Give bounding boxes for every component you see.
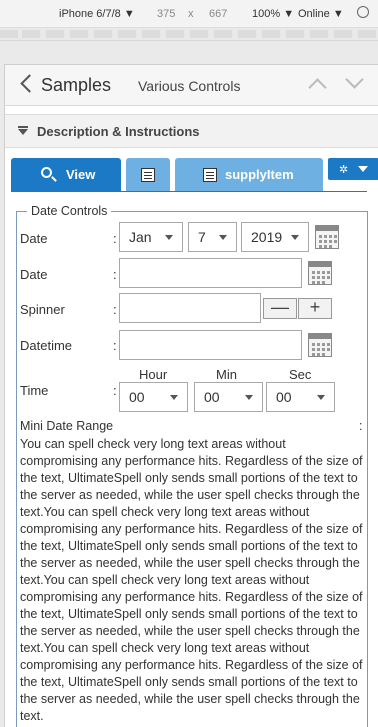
next-chevron-icon[interactable] — [345, 70, 364, 89]
min-select[interactable]: 00 — [194, 382, 263, 412]
viewport-x: x — [188, 8, 194, 20]
chevron-down-icon — [317, 395, 325, 400]
gear-icon: ✲ — [339, 164, 349, 176]
colon: : — [113, 267, 117, 282]
year-value: 2019 — [251, 229, 283, 245]
min-value: 00 — [204, 389, 220, 405]
chevron-down-icon — [219, 235, 227, 240]
network-select[interactable]: Online ▼ — [298, 8, 344, 20]
document-icon — [203, 168, 217, 182]
colon: : — [113, 302, 117, 317]
colon: : — [113, 338, 117, 353]
sec-value: 00 — [276, 389, 292, 405]
spinner-increment-button[interactable]: + — [298, 298, 332, 319]
tab-supply-item[interactable]: supplyItem — [175, 158, 323, 191]
chevron-down-icon — [165, 235, 173, 240]
document-icon — [141, 168, 155, 182]
caret-down-icon — [358, 166, 368, 172]
chevron-down-icon — [170, 395, 178, 400]
media-query-bar — [0, 28, 378, 41]
spinner-input[interactable] — [119, 293, 261, 323]
spinner-decrement-button[interactable]: — — [263, 298, 297, 319]
tab-supply-label: supplyItem — [225, 167, 294, 182]
rotate-icon[interactable] — [357, 6, 369, 18]
settings-dropdown-button[interactable]: ✲ — [328, 158, 378, 180]
description-label: Description & Instructions — [37, 124, 200, 139]
page-frame: Samples Various Controls Description & I… — [4, 64, 378, 727]
hour-select[interactable]: 00 — [119, 382, 188, 412]
date-label: Date — [20, 231, 48, 246]
date-label: Date — [20, 267, 48, 282]
month-value: Jan — [129, 229, 152, 245]
mini-date-range-label: Mini Date Range — [20, 419, 114, 433]
time-label: Time — [20, 383, 49, 398]
back-chevron-icon[interactable] — [20, 74, 39, 93]
sec-label: Sec — [289, 367, 312, 382]
colon: : — [359, 419, 363, 433]
collapse-caret-icon — [18, 129, 28, 135]
year-select[interactable]: 2019 — [241, 222, 309, 252]
date-input[interactable] — [119, 258, 302, 288]
devtools-toolbar: iPhone 6/7/8 ▼ 375 x 667 100% ▼ Online ▼ — [0, 0, 378, 28]
collapse-bar-icon — [18, 126, 28, 128]
spellcheck-text-area[interactable]: You can spell check very long text areas… — [20, 436, 363, 725]
datetime-input[interactable] — [119, 330, 302, 360]
page-title: Various Controls — [138, 78, 241, 94]
chevron-down-icon — [245, 395, 253, 400]
hour-value: 00 — [129, 389, 145, 405]
back-samples-link[interactable]: Samples — [41, 75, 111, 96]
tab-view-label: View — [66, 167, 96, 182]
tab-view[interactable]: View — [11, 158, 121, 191]
fieldset-legend: Date Controls — [27, 204, 112, 218]
colon: : — [113, 383, 117, 398]
datetime-label: Datetime — [20, 338, 73, 353]
top-nav: Samples Various Controls — [5, 65, 378, 106]
month-select[interactable]: Jan — [119, 222, 183, 252]
calendar-icon[interactable] — [308, 333, 332, 357]
calendar-icon[interactable] — [308, 261, 332, 285]
colon: : — [113, 231, 117, 246]
viewport-width[interactable]: 375 — [157, 8, 175, 20]
tab-document[interactable] — [126, 158, 170, 191]
device-select[interactable]: iPhone 6/7/8 ▼ — [59, 8, 135, 20]
min-label: Min — [216, 367, 237, 382]
description-toggle[interactable]: Description & Instructions — [5, 114, 378, 148]
previous-chevron-icon[interactable] — [308, 78, 327, 97]
viewport-height[interactable]: 667 — [209, 8, 227, 20]
chevron-down-icon — [291, 235, 299, 240]
zoom-select[interactable]: 100% ▼ — [252, 8, 294, 20]
tab-underline — [11, 191, 367, 192]
calendar-icon[interactable] — [315, 225, 339, 249]
search-icon — [41, 167, 52, 178]
spinner-label: Spinner — [20, 302, 65, 317]
day-value: 7 — [198, 229, 206, 245]
sec-select[interactable]: 00 — [266, 382, 335, 412]
day-select[interactable]: 7 — [188, 222, 237, 252]
hour-label: Hour — [139, 367, 168, 382]
